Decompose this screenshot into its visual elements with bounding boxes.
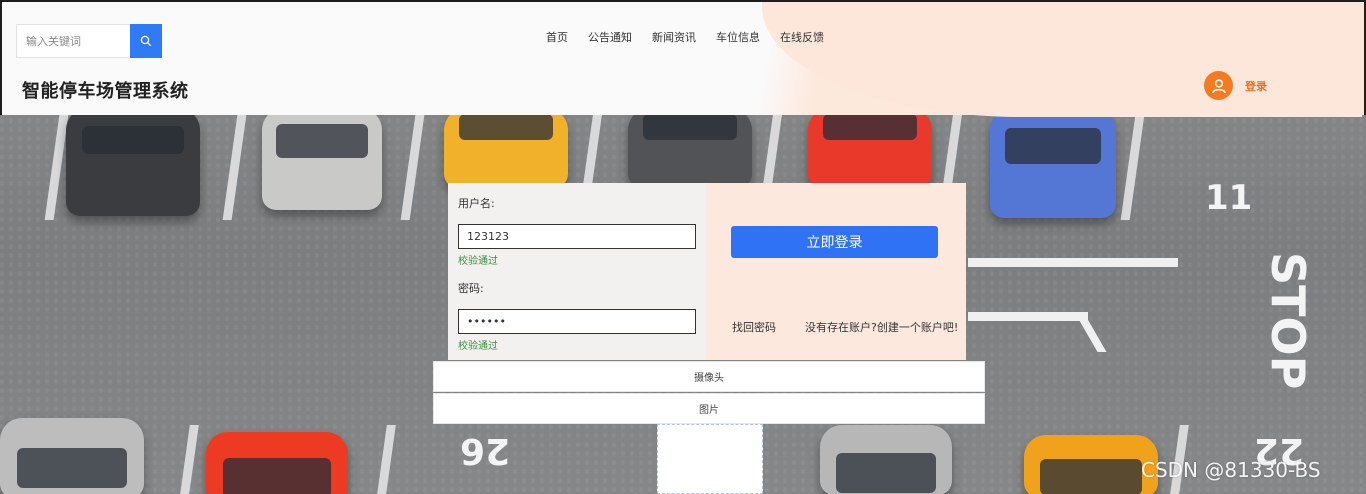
lane-line: [180, 425, 199, 494]
password-field[interactable]: [458, 309, 696, 334]
lane-line: [583, 115, 602, 185]
slot-number: 11: [1205, 178, 1253, 218]
nav-feedback[interactable]: 在线反馈: [780, 29, 824, 45]
car-silver-bottom: [0, 418, 144, 494]
lane-line: [377, 425, 396, 494]
lane-line: [44, 115, 69, 220]
lane-arrow: [1074, 312, 1107, 352]
car-red-bottom: [206, 432, 348, 494]
password-validation: 校验通过: [458, 341, 498, 352]
car-blue: [990, 108, 1116, 218]
lane-line: [763, 115, 782, 185]
search-icon: [140, 35, 152, 47]
search-button[interactable]: [130, 24, 162, 58]
user-icon: [1204, 71, 1233, 100]
nav-home[interactable]: 首页: [546, 29, 568, 45]
forgot-password-link[interactable]: 找回密码: [732, 319, 776, 335]
search-bar: [16, 24, 162, 58]
username-label: 用户名:: [458, 197, 495, 210]
header-login[interactable]: 登录: [1204, 71, 1267, 100]
lane-line: [1120, 115, 1145, 220]
site-title: 智能停车场管理系统: [22, 81, 189, 102]
search-input[interactable]: [16, 24, 130, 58]
login-actions: 立即登录 找回密码 没有存在账户?创建一个账户吧!: [706, 183, 966, 360]
nav-announcements[interactable]: 公告通知: [588, 29, 632, 45]
image-preview: [657, 424, 763, 494]
camera-button[interactable]: 摄像头: [433, 361, 985, 392]
lane-line: [400, 115, 425, 220]
login-link[interactable]: 登录: [1245, 78, 1267, 94]
car-red: [808, 108, 932, 188]
car-yellow: [444, 108, 568, 188]
slot-number: 26: [460, 430, 511, 471]
car-orange-bottom: [1024, 435, 1158, 494]
car-grey: [628, 108, 752, 188]
car-silver-bottom-right: [820, 425, 952, 494]
lane-line: [943, 115, 962, 185]
site-header: 首页 公告通知 新闻资讯 车位信息 在线反馈 智能停车场管理系统 登录: [0, 0, 1366, 117]
car-silver: [262, 108, 382, 210]
login-panel: 用户名: 校验通过 密码: 校验通过 立即登录 找回密码 没有存在账户?创建一个…: [448, 183, 966, 360]
watermark: CSDN @81330-BS: [1141, 458, 1321, 482]
password-label: 密码:: [458, 282, 484, 295]
login-form: 用户名: 校验通过 密码: 校验通过: [448, 183, 706, 360]
image-button[interactable]: 图片: [433, 393, 985, 424]
main-nav: 首页 公告通知 新闻资讯 车位信息 在线反馈: [546, 29, 824, 45]
lane-line: [222, 115, 247, 220]
username-field[interactable]: [458, 224, 696, 249]
nav-news[interactable]: 新闻资讯: [652, 29, 696, 45]
register-link[interactable]: 没有存在账户?创建一个账户吧!: [805, 319, 958, 335]
username-validation: 校验通过: [458, 256, 498, 267]
nav-parking-info[interactable]: 车位信息: [716, 29, 760, 45]
header-decoration: [762, 2, 1362, 117]
stop-marking: STOP: [1261, 252, 1315, 390]
lane-arrow: [968, 312, 1088, 321]
lane-arrow: [968, 258, 1178, 267]
login-button[interactable]: 立即登录: [731, 226, 938, 258]
car-black: [66, 108, 200, 216]
